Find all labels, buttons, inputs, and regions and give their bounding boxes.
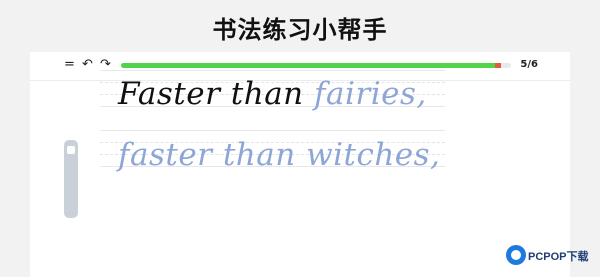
written-text: Faster than	[118, 76, 314, 112]
menu-icon[interactable]: =	[64, 56, 75, 74]
trace-text: faster than witches,	[118, 137, 441, 173]
watermark: PCPOP下载	[506, 243, 596, 271]
page-title: 书法练习小帮手	[212, 16, 388, 44]
practice-line-2[interactable]: faster than witches,	[118, 137, 440, 173]
watermark-text: PCPOP下载	[528, 251, 589, 263]
page-indicator: 5/6	[520, 59, 538, 70]
pcpop-logo-icon	[506, 245, 526, 265]
undo-icon[interactable]: ↶	[82, 56, 93, 74]
practice-line-1[interactable]: Faster than fairies,	[118, 76, 427, 112]
pen-size-slider[interactable]	[64, 140, 78, 218]
trace-text: fairies,	[314, 76, 427, 112]
progress-marker	[495, 63, 502, 68]
slider-handle[interactable]	[67, 146, 75, 154]
